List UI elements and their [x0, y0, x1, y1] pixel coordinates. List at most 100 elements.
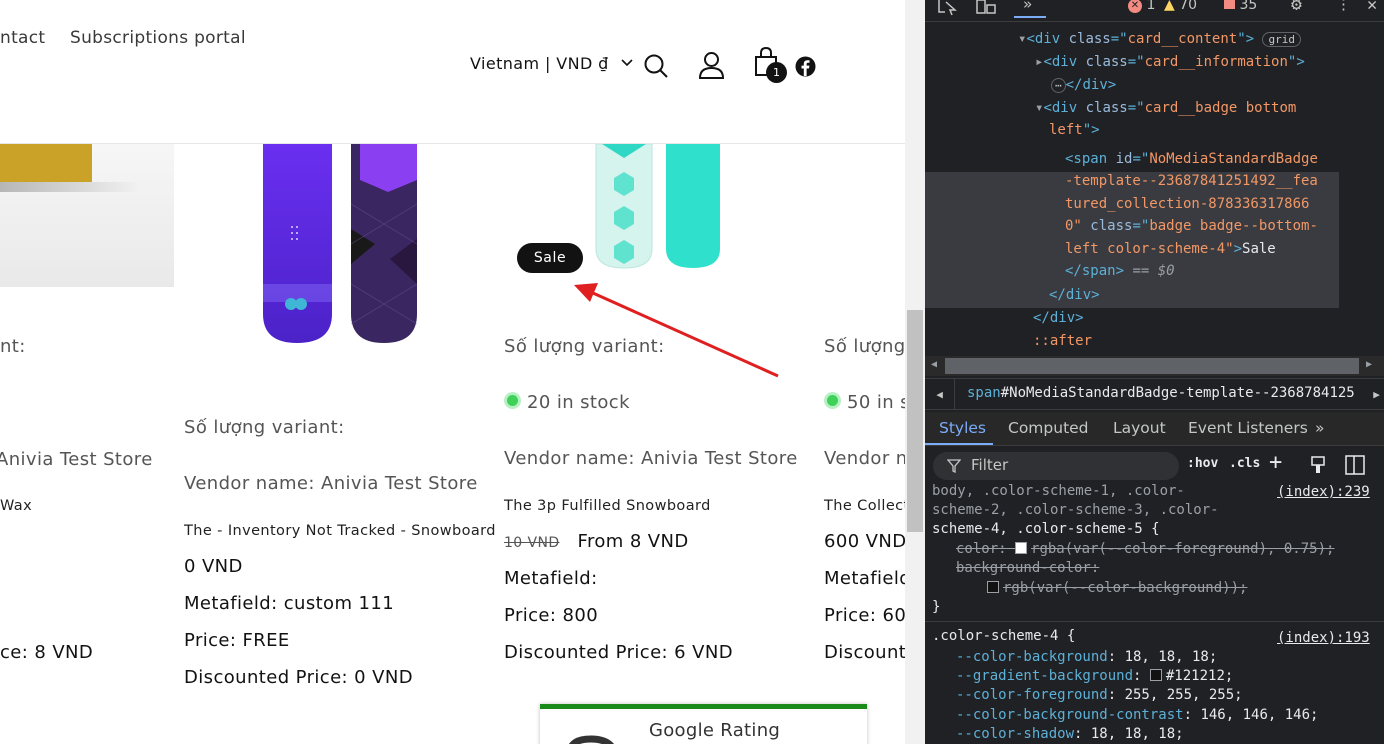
- rule-close: }: [932, 599, 941, 615]
- warning-count-text: 70: [1179, 0, 1198, 13]
- issue-icon: [1224, 0, 1235, 9]
- product-image-1[interactable]: [0, 144, 174, 287]
- settings-gear-icon[interactable]: ⚙: [1291, 0, 1302, 15]
- tree-horizontal-scrollbar[interactable]: ◀ ▶: [925, 356, 1384, 376]
- close-tag: </div>: [1049, 287, 1100, 303]
- color-swatch-icon[interactable]: [987, 581, 999, 593]
- close-devtools-icon[interactable]: ✕: [1367, 0, 1377, 15]
- more-options-icon[interactable]: ⋮: [1336, 0, 1351, 13]
- css-decl[interactable]: --color-foreground: 255, 255, 255;: [956, 686, 1243, 706]
- breadcrumb-forward-icon[interactable]: ▶: [1369, 379, 1384, 409]
- color-swatch-icon[interactable]: [1015, 542, 1028, 554]
- css-value: 18, 18, 18;: [1124, 649, 1218, 665]
- scroll-right-icon[interactable]: ▶: [1366, 359, 1372, 370]
- warning-count[interactable]: ▲ 70: [1164, 0, 1197, 13]
- error-icon: ✕: [1128, 0, 1142, 13]
- vendor-name: Vendor n: [824, 448, 905, 469]
- filter-input[interactable]: Filter: [933, 452, 1179, 480]
- inspect-element-icon[interactable]: [937, 0, 959, 16]
- node-card-badge-cont: left">: [1049, 122, 1100, 138]
- css-decl-color[interactable]: color: rgba(var(--color-foreground), 0.7…: [956, 540, 1334, 560]
- stock-text: 20 in stock: [527, 392, 630, 413]
- paint-brush-icon[interactable]: [1309, 456, 1327, 474]
- country-selector[interactable]: Vietnam | VND ₫: [470, 54, 634, 73]
- css-prop: --color-foreground: [956, 687, 1108, 703]
- scrollbar-thumb[interactable]: [907, 310, 923, 532]
- elements-tree: ▾<div class="card__content"> grid ▸<div …: [925, 28, 1384, 352]
- compare-at-price: 10 VND: [504, 535, 560, 551]
- search-icon[interactable]: [643, 53, 670, 80]
- nav-subscriptions-link[interactable]: Subscriptions portal: [70, 28, 246, 48]
- toggle-sidebar-icon[interactable]: [1345, 455, 1365, 475]
- css-value: rgba(var(--color-foreground), 0.75);: [1031, 541, 1335, 557]
- attr-name: class: [1085, 100, 1128, 116]
- node-card-content[interactable]: ▾<div class="card__content"> grid: [1018, 28, 1301, 52]
- grid-chip[interactable]: grid: [1262, 32, 1301, 47]
- more-tabs-icon[interactable]: »: [1023, 0, 1032, 13]
- color-swatch-icon[interactable]: [1149, 669, 1162, 681]
- account-icon[interactable]: [698, 51, 725, 80]
- node-collapsed-content[interactable]: ⋯ </div>: [1051, 74, 1116, 98]
- attr-name: id: [1115, 151, 1133, 167]
- issue-count[interactable]: 35: [1224, 0, 1257, 13]
- price-group: 10 VND From 8 VND: [504, 531, 689, 552]
- product-image-3[interactable]: [590, 144, 730, 274]
- devtools-toolbar: » ✕ 1 ▲ 70 35 ⚙ ⋮ ✕: [925, 0, 1384, 22]
- nav-contact-link[interactable]: ntact: [0, 28, 45, 48]
- scroll-left-icon[interactable]: ◀: [931, 359, 937, 370]
- discounted-price: Discounted Price: 6 VND: [504, 642, 733, 663]
- facebook-icon[interactable]: [795, 56, 816, 77]
- span-open: <span: [1065, 151, 1108, 167]
- device-toolbar-icon[interactable]: [975, 0, 997, 16]
- discounted-price: Discounted Price: 0 VND: [184, 667, 413, 688]
- product-title[interactable]: The - Inventory Not Tracked - Snowboard: [184, 523, 496, 539]
- tab-computed[interactable]: Computed: [1008, 419, 1089, 437]
- cls-toggle[interactable]: .cls: [1229, 456, 1260, 471]
- new-rule-icon[interactable]: +: [1269, 450, 1282, 475]
- metafield-text: Metafield: [824, 568, 905, 589]
- product-title[interactable]: The 3p Fulfilled Snowboard: [504, 498, 711, 514]
- tab-layout[interactable]: Layout: [1113, 419, 1166, 437]
- discounted-price: Discount: [824, 642, 905, 663]
- error-count-text: 1: [1146, 0, 1156, 13]
- node-text: Sale: [1242, 241, 1276, 257]
- filter-placeholder: Filter: [971, 456, 1009, 474]
- css-value: 255, 255, 255;: [1124, 687, 1243, 703]
- tab-event-listeners[interactable]: Event Listeners: [1188, 419, 1308, 437]
- styles-filter-bar: Filter :hov .cls +: [925, 448, 1384, 484]
- tab-styles[interactable]: Styles: [939, 419, 986, 437]
- css-decl[interactable]: --color-shadow: 18, 18, 18;: [956, 725, 1184, 744]
- page-scrollbar[interactable]: [905, 0, 925, 744]
- css-decl[interactable]: --color-background-contrast: 146, 146, 1…: [956, 706, 1318, 726]
- more-tabs-icon[interactable]: »: [1315, 419, 1324, 437]
- rule-source-link[interactable]: (index):239: [1277, 483, 1370, 503]
- scrollbar-thumb[interactable]: [945, 358, 1359, 374]
- error-count[interactable]: ✕ 1: [1128, 0, 1155, 13]
- node-card-badge[interactable]: ▾<div class="card__badge bottom: [1035, 97, 1296, 120]
- product-price: 0 VND: [184, 556, 243, 577]
- css-decl-background[interactable]: background-color:: [956, 559, 1099, 579]
- product-title[interactable]: Wax: [0, 498, 32, 514]
- wax-block-image: [0, 144, 92, 182]
- attr-value-cont: 0": [1065, 218, 1082, 234]
- node-card-information[interactable]: ▸<div class="card__information">: [1035, 51, 1305, 74]
- ellipsis-chip[interactable]: ⋯: [1051, 78, 1066, 93]
- issue-count-text: 35: [1239, 0, 1258, 13]
- breadcrumb-back-icon[interactable]: ◀: [925, 379, 955, 409]
- breadcrumb-item[interactable]: span#NoMediaStandardBadge-template--2368…: [967, 385, 1355, 401]
- store-header: ntact Subscriptions portal Vietnam | VND…: [0, 0, 905, 144]
- price-line: Price: FREE: [184, 630, 290, 651]
- css-decl[interactable]: --gradient-background: #121212;: [956, 667, 1233, 687]
- google-rating-widget[interactable]: Google Rating: [540, 704, 867, 744]
- product-image-2[interactable]: [250, 144, 430, 349]
- pseudo-after[interactable]: ::after: [1033, 330, 1092, 353]
- in-stock-dot-icon: [504, 392, 521, 409]
- hov-toggle[interactable]: :hov: [1187, 456, 1218, 471]
- filter-icon: [947, 459, 961, 473]
- rule-source-link[interactable]: (index):193: [1277, 629, 1370, 649]
- css-decl[interactable]: --color-background: 18, 18, 18;: [956, 648, 1217, 668]
- variant-count-label: Số lượng: [824, 336, 905, 357]
- product-title[interactable]: The Collect: [824, 498, 905, 514]
- attr-value: badge badge--bottom-: [1149, 218, 1318, 234]
- close-tag: </div>: [1033, 310, 1084, 326]
